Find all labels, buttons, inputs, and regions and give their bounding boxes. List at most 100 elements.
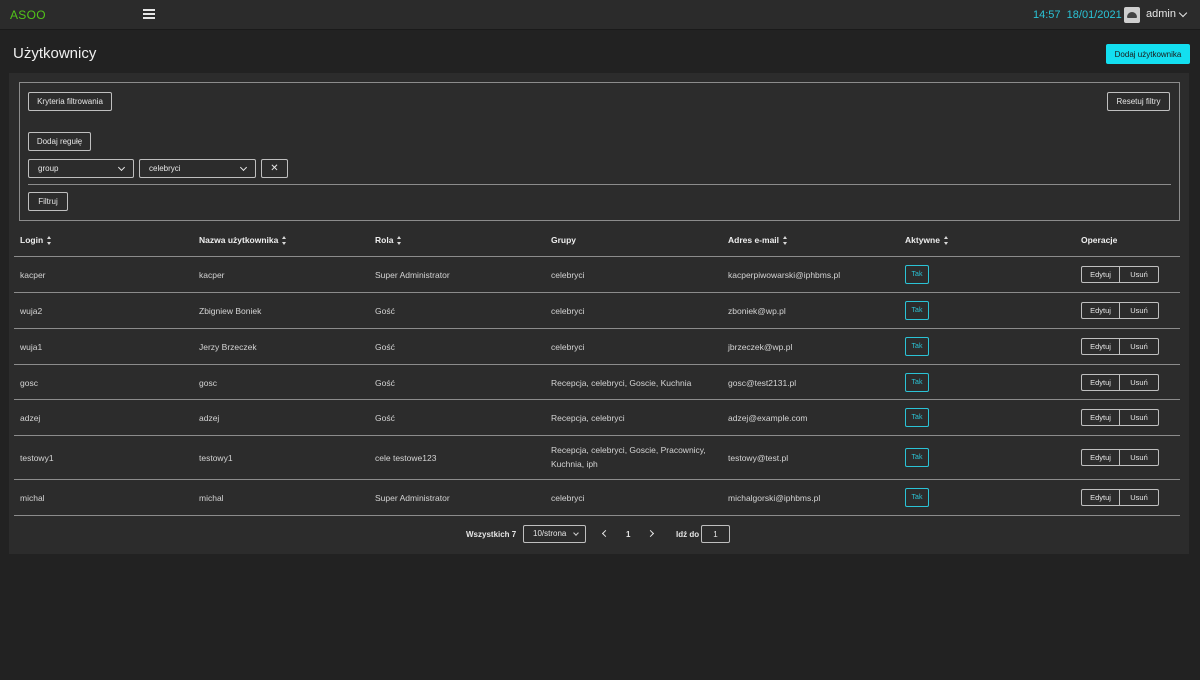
- column-operations: Operacje: [1081, 235, 1117, 245]
- active-toggle-button[interactable]: Tak: [905, 373, 929, 392]
- row-operations: Edytuj Usuń: [1081, 302, 1159, 319]
- cell-email: kacperpiwowarski@iphbms.pl: [728, 270, 841, 280]
- rule-value-value: celebryci: [149, 164, 181, 173]
- sort-icon[interactable]: [282, 235, 287, 245]
- delete-button[interactable]: Usuń: [1120, 409, 1159, 426]
- table-row: kacper kacper Super Administrator celebr…: [14, 257, 1180, 293]
- goto-label: Idź do: [676, 530, 700, 539]
- close-icon: ✕: [270, 163, 279, 174]
- edit-button[interactable]: Edytuj: [1081, 338, 1120, 355]
- active-toggle-button[interactable]: Tak: [905, 265, 929, 284]
- cell-login: testowy1: [20, 453, 54, 463]
- active-toggle-button[interactable]: Tak: [905, 408, 929, 427]
- remove-rule-button[interactable]: ✕: [261, 159, 288, 178]
- cell-role: Gość: [375, 306, 395, 316]
- column-email[interactable]: Adres e-mail: [728, 235, 788, 245]
- column-label: Nazwa użytkownika: [199, 235, 279, 245]
- sort-icon[interactable]: [943, 235, 949, 245]
- column-label: Aktywne: [905, 235, 940, 245]
- clock-date: 18/01/2021: [1066, 9, 1122, 21]
- cell-groups: celebryci: [551, 306, 585, 316]
- row-operations: Edytuj Usuń: [1081, 449, 1159, 466]
- next-page-icon[interactable]: [646, 529, 655, 538]
- column-username[interactable]: Nazwa użytkownika: [199, 235, 287, 245]
- user-name: admin: [1146, 8, 1176, 20]
- sort-icon[interactable]: [783, 235, 788, 245]
- active-toggle-button[interactable]: Tak: [905, 448, 929, 467]
- pagination: Wszystkich 7 10/strona 1 Idź do: [9, 525, 1189, 545]
- filter-criteria-button[interactable]: Kryteria filtrowania: [28, 92, 112, 111]
- sort-icon[interactable]: [47, 235, 52, 245]
- cell-role: Super Administrator: [375, 270, 450, 280]
- table-body: kacper kacper Super Administrator celebr…: [14, 257, 1180, 516]
- table-row: wuja1 Jerzy Brzeczek Gość celebryci jbrz…: [14, 329, 1180, 365]
- cell-role: cele testowe123: [375, 453, 437, 463]
- cell-groups: Recepcja, celebryci: [551, 413, 625, 423]
- delete-button[interactable]: Usuń: [1120, 489, 1159, 506]
- column-login[interactable]: Login: [20, 235, 52, 245]
- chevron-down-icon: [117, 163, 126, 172]
- add-user-button[interactable]: Dodaj użytkownika: [1106, 44, 1190, 64]
- column-role[interactable]: Rola: [375, 235, 402, 245]
- page-size-select[interactable]: 10/strona: [523, 525, 586, 543]
- cell-username: testowy1: [199, 453, 233, 463]
- edit-button[interactable]: Edytuj: [1081, 409, 1120, 426]
- menu-icon[interactable]: [143, 9, 155, 19]
- chevron-down-icon: [239, 163, 248, 172]
- row-operations: Edytuj Usuń: [1081, 409, 1159, 426]
- avatar[interactable]: [1124, 7, 1140, 23]
- column-label: Adres e-mail: [728, 235, 780, 245]
- user-menu[interactable]: admin: [1146, 8, 1188, 20]
- sort-icon[interactable]: [397, 235, 402, 245]
- add-rule-button[interactable]: Dodaj regułę: [28, 132, 91, 151]
- filter-panel: Kryteria filtrowania Resetuj filtry Doda…: [19, 82, 1180, 221]
- row-operations: Edytuj Usuń: [1081, 266, 1159, 283]
- pagination-total: Wszystkich 7: [466, 530, 517, 539]
- prev-page-icon[interactable]: [601, 529, 610, 538]
- clock: 14:57 18/01/2021: [1033, 9, 1122, 21]
- table-row: gosc gosc Gość Recepcja, celebryci, Gosc…: [14, 365, 1180, 400]
- goto-page-input[interactable]: [701, 525, 730, 543]
- page-number[interactable]: 1: [626, 530, 630, 539]
- edit-button[interactable]: Edytuj: [1081, 449, 1120, 466]
- delete-button[interactable]: Usuń: [1120, 374, 1159, 391]
- column-active[interactable]: Aktywne: [905, 235, 949, 245]
- app-logo[interactable]: ASOO: [10, 8, 46, 22]
- table-header: Login Nazwa użytkownika Rola Grupy Adres…: [14, 223, 1180, 257]
- edit-button[interactable]: Edytuj: [1081, 302, 1120, 319]
- edit-button[interactable]: Edytuj: [1081, 489, 1120, 506]
- table-row: michal michal Super Administrator celebr…: [14, 480, 1180, 516]
- cell-role: Gość: [375, 378, 395, 388]
- reset-filters-button[interactable]: Resetuj filtry: [1107, 92, 1170, 111]
- column-label: Operacje: [1081, 235, 1118, 245]
- cell-groups: Recepcja, celebryci, Goscie, Pracownicy,…: [551, 445, 706, 469]
- rule-value-select[interactable]: celebryci: [139, 159, 256, 178]
- rule-field-select[interactable]: group: [28, 159, 134, 178]
- delete-button[interactable]: Usuń: [1120, 449, 1159, 466]
- users-card: Kryteria filtrowania Resetuj filtry Doda…: [9, 73, 1189, 554]
- delete-button[interactable]: Usuń: [1120, 302, 1159, 319]
- delete-button[interactable]: Usuń: [1120, 338, 1159, 355]
- active-toggle-button[interactable]: Tak: [905, 301, 929, 320]
- cell-email: testowy@test.pl: [728, 453, 789, 463]
- filter-button[interactable]: Filtruj: [28, 192, 68, 211]
- chevron-down-icon: [573, 530, 579, 536]
- cell-email: zboniek@wp.pl: [728, 306, 786, 316]
- column-label: Rola: [375, 235, 394, 245]
- chevron-down-icon: [1178, 8, 1188, 17]
- row-operations: Edytuj Usuń: [1081, 489, 1159, 506]
- active-toggle-button[interactable]: Tak: [905, 488, 929, 507]
- top-bar: ASOO 14:57 18/01/2021 admin: [0, 0, 1200, 30]
- cell-groups: celebryci: [551, 493, 585, 503]
- cell-login: wuja1: [20, 342, 43, 352]
- edit-button[interactable]: Edytuj: [1081, 266, 1120, 283]
- cell-username: Jerzy Brzeczek: [199, 342, 257, 352]
- cell-email: gosc@test2131.pl: [728, 378, 797, 388]
- delete-button[interactable]: Usuń: [1120, 266, 1159, 283]
- column-groups: Grupy: [551, 235, 576, 245]
- edit-button[interactable]: Edytuj: [1081, 374, 1120, 391]
- active-toggle-button[interactable]: Tak: [905, 337, 929, 356]
- filter-divider: [28, 184, 1171, 185]
- cell-email: michalgorski@iphbms.pl: [728, 493, 821, 503]
- cell-login: wuja2: [20, 306, 43, 316]
